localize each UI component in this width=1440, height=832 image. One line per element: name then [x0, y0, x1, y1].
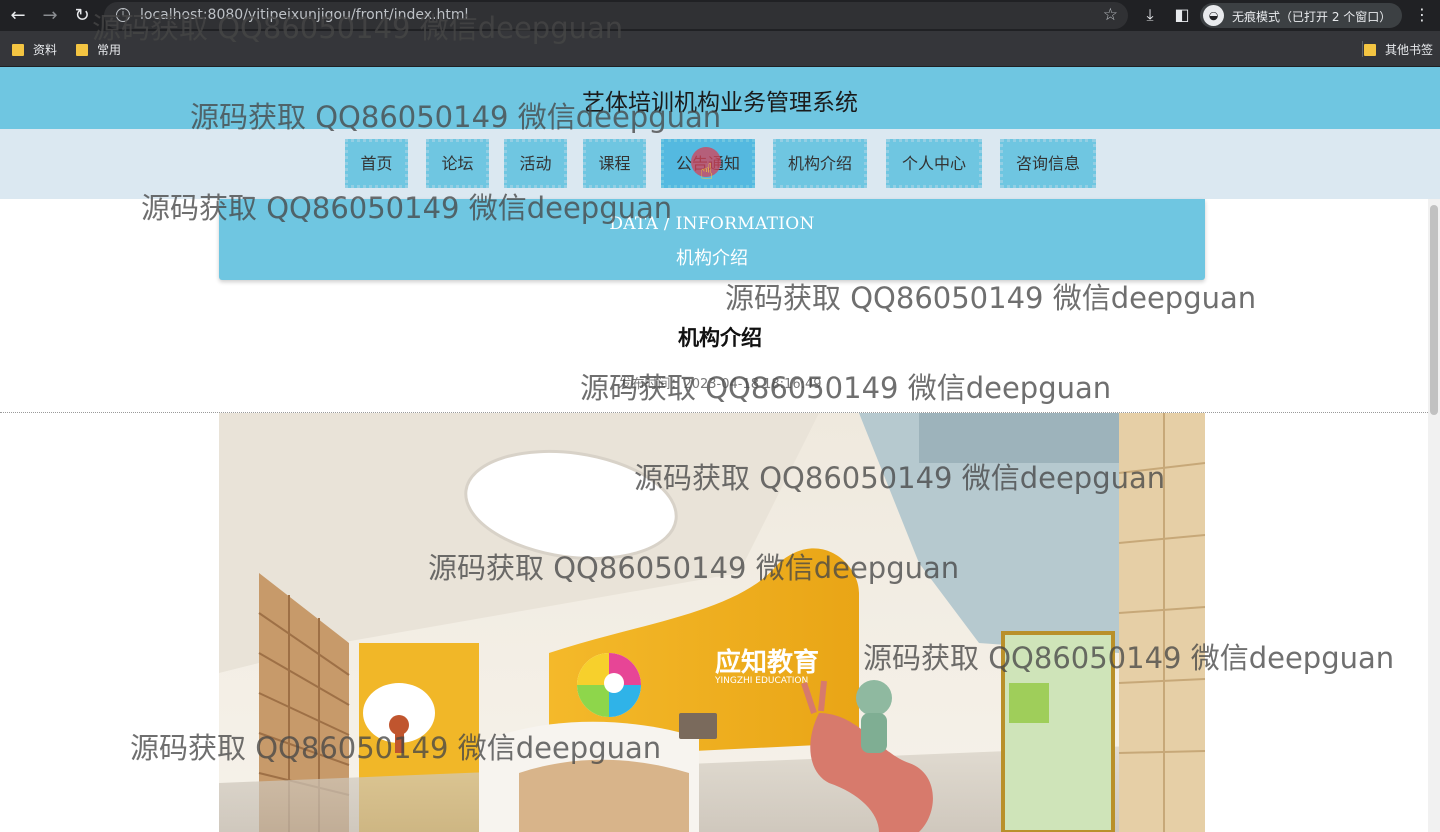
- lobby-sign-english: YINGZHI EDUCATION: [714, 676, 808, 686]
- banner-chinese-title: 机构介绍: [676, 248, 748, 269]
- nav-personal-center[interactable]: 个人中心: [886, 139, 982, 188]
- incognito-icon: ◒: [1203, 5, 1224, 26]
- back-arrow-icon[interactable]: ←: [6, 4, 30, 28]
- watermark-text: 源码获取 QQ86050149 微信deepguan: [141, 191, 673, 225]
- folder-icon: [1364, 44, 1376, 56]
- watermark-text: 源码获取 QQ86050149 微信deepguan: [190, 100, 722, 134]
- nav-home[interactable]: 首页: [345, 139, 408, 188]
- lobby-sign-chinese: 应知教育: [715, 647, 819, 678]
- nav-institution-intro[interactable]: 机构介绍: [773, 139, 867, 188]
- bookmark-folder-other[interactable]: 其他书签: [1364, 41, 1433, 57]
- side-panel-icon[interactable]: ◧: [1172, 5, 1192, 25]
- watermark-text: 源码获取 QQ86050149 微信deepguan: [428, 551, 960, 585]
- download-icon[interactable]: ⤓: [1140, 5, 1160, 25]
- scrollbar-thumb[interactable]: [1430, 205, 1438, 415]
- article-title: 机构介绍: [678, 326, 762, 350]
- forward-arrow-icon[interactable]: →: [38, 4, 62, 28]
- folder-icon: [12, 44, 24, 56]
- bookmark-star-icon[interactable]: ☆: [1103, 5, 1118, 25]
- folder-icon: [76, 44, 88, 56]
- watermark-text: 源码获取 QQ86050149 微信deepguan: [725, 281, 1257, 315]
- incognito-badge[interactable]: ◒ 无痕模式（已打开 2 个窗口）: [1200, 3, 1402, 28]
- bookmarks-separator: [1362, 41, 1363, 57]
- hand-cursor-icon: ☝: [700, 160, 714, 185]
- nav-courses[interactable]: 课程: [583, 139, 646, 188]
- watermark-text: 源码获取 QQ86050149 微信deepguan: [634, 461, 1166, 495]
- nav-activities[interactable]: 活动: [504, 139, 567, 188]
- nav-consultation[interactable]: 咨询信息: [1000, 139, 1096, 188]
- watermark-text: 源码获取 QQ86050149 微信deepguan: [580, 371, 1112, 405]
- bookmark-folder-ziliao[interactable]: 资料: [12, 41, 57, 57]
- nav-forum[interactable]: 论坛: [426, 139, 489, 188]
- incognito-label: 无痕模式（已打开 2 个窗口）: [1232, 10, 1392, 24]
- reload-icon[interactable]: ↻: [70, 4, 94, 28]
- menu-kebab-icon[interactable]: ⋮: [1412, 5, 1432, 25]
- watermark-text: 源码获取 QQ86050149 微信deepguan: [92, 11, 624, 45]
- watermark-text: 源码获取 QQ86050149 微信deepguan: [863, 641, 1395, 675]
- watermark-text: 源码获取 QQ86050149 微信deepguan: [130, 731, 662, 765]
- page-scrollbar[interactable]: [1428, 199, 1440, 832]
